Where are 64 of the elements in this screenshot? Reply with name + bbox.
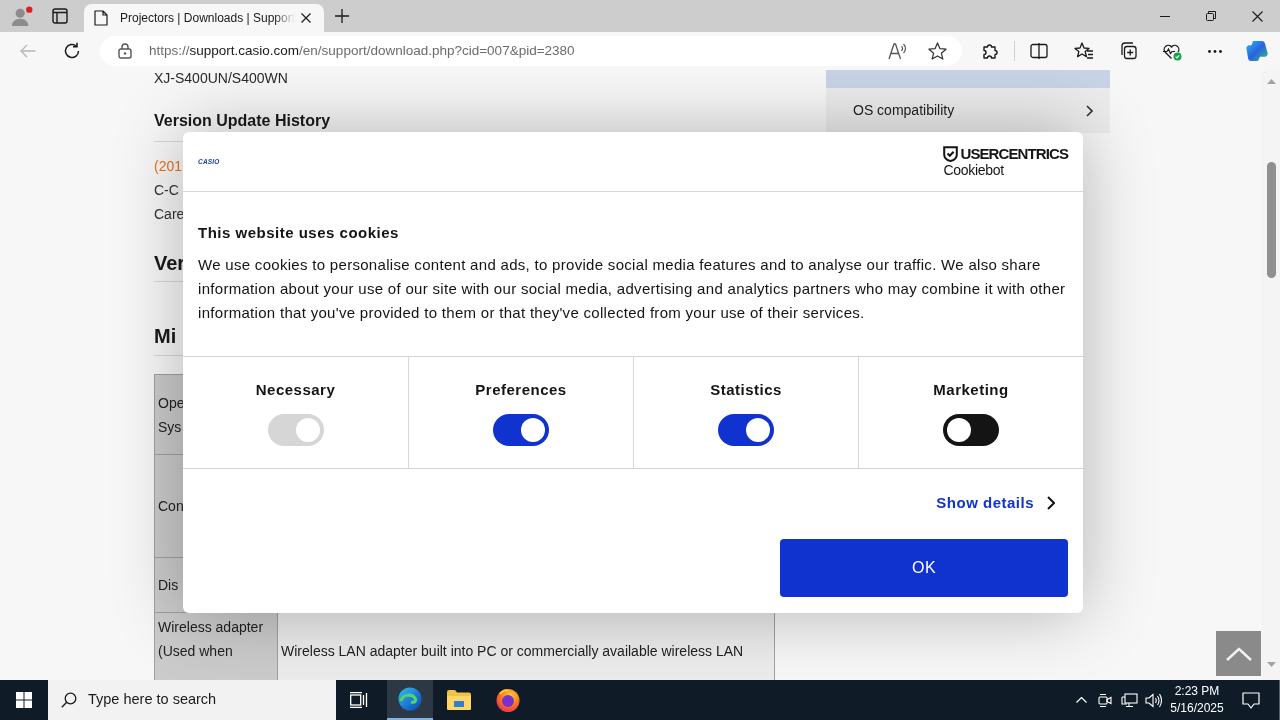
- swirl-logo-icon: [398, 687, 422, 711]
- ok-button[interactable]: OK: [780, 539, 1068, 597]
- history-text: C-C: [154, 181, 179, 200]
- tab-actions-icon: [52, 8, 68, 24]
- section-heading: Version Update History: [154, 111, 331, 131]
- shield-check-icon: [943, 145, 959, 162]
- minimize-icon: [1160, 15, 1170, 17]
- section-heading: Mi: [154, 324, 177, 348]
- refresh-icon: [63, 42, 81, 60]
- provider-name: USERCENTRICS: [960, 145, 1068, 162]
- taskbar-search-field[interactable]: Type here to search: [48, 680, 336, 720]
- page-icon: [94, 10, 108, 26]
- back-to-top-button[interactable]: [1216, 631, 1261, 676]
- taskbar-app-button[interactable]: [387, 680, 433, 720]
- camera-icon: [1097, 692, 1113, 708]
- close-icon: [1251, 10, 1263, 22]
- sidebar-item[interactable]: OS compatibility: [826, 88, 1110, 133]
- speech-bubble-icon: [1242, 691, 1260, 709]
- section-heading: Ver: [154, 251, 186, 275]
- star-icon: [927, 42, 947, 60]
- toggle-switch[interactable]: [718, 414, 774, 446]
- category-label: Preferences: [475, 380, 567, 400]
- dialog-title: This website uses cookies: [198, 223, 399, 243]
- swirl-logo-icon: [1246, 40, 1268, 62]
- folder-icon: [447, 690, 471, 710]
- show-details-link[interactable]: Show details: [936, 493, 1055, 513]
- read-aloud-icon: [888, 42, 908, 60]
- dialog-description: We use cookies to personalise content and ads, to provide social media features and to analyse our traffic. We also share information about your use of our site with our social media, advertising and analytics partners who may combine it with other information that you've provided to them or that they've collected from your use of their services.: [198, 255, 1067, 323]
- chevron-up-icon: [1225, 646, 1252, 661]
- profile-icon: [11, 6, 33, 26]
- close-icon: [301, 13, 311, 23]
- puzzle-piece-icon: [982, 42, 1000, 60]
- browser-tab[interactable]: Projectors | Downloads | Support: [84, 4, 324, 32]
- provider-product: Cookiebot: [943, 162, 1004, 178]
- toggle-switch[interactable]: [493, 414, 549, 446]
- chevron-right-icon: [1086, 104, 1093, 117]
- toggle-switch[interactable]: [943, 414, 999, 446]
- back-arrow-icon: [20, 44, 36, 58]
- clock[interactable]: 2:23 PM 5/16/2025: [1165, 680, 1229, 720]
- plus-icon: [335, 9, 349, 23]
- search-icon: [61, 692, 77, 708]
- windows-logo-icon: [16, 692, 32, 708]
- history-date: (201: [154, 157, 183, 176]
- category-label: Marketing: [933, 380, 1009, 400]
- speaker-icon: [1144, 692, 1162, 708]
- chevron-right-icon: [1047, 496, 1055, 510]
- star-list-icon: [1074, 42, 1094, 60]
- category-label: Statistics: [710, 380, 782, 400]
- address-bar[interactable]: https://support.casio.com/en/support/download.php?cid=007&pid=2380: [100, 36, 962, 66]
- table-cell: Wireless LAN adapter built into PC or commercially available wireless LAN: [278, 613, 774, 680]
- product-model: XJ-S400UN/S400WN: [154, 70, 288, 86]
- table-header-cell: Wireless adapter (Used when: [155, 613, 278, 680]
- more-icon: [1208, 49, 1222, 53]
- lock-icon: [118, 43, 132, 59]
- ring-logo-icon: [496, 688, 520, 712]
- collections-icon: [1119, 42, 1137, 60]
- split-screen-icon: [1030, 43, 1048, 59]
- scrollbar-thumb[interactable]: [1266, 162, 1276, 278]
- restore-icon: [1206, 11, 1216, 21]
- chevron-up-icon: [1075, 697, 1087, 703]
- history-text: Care: [154, 205, 185, 224]
- monitor-icon: [1120, 692, 1138, 708]
- task-view-icon: [350, 692, 368, 708]
- url-text: https://support.casio.com/en/support/download.php?cid=007&pid=2380: [149, 41, 575, 60]
